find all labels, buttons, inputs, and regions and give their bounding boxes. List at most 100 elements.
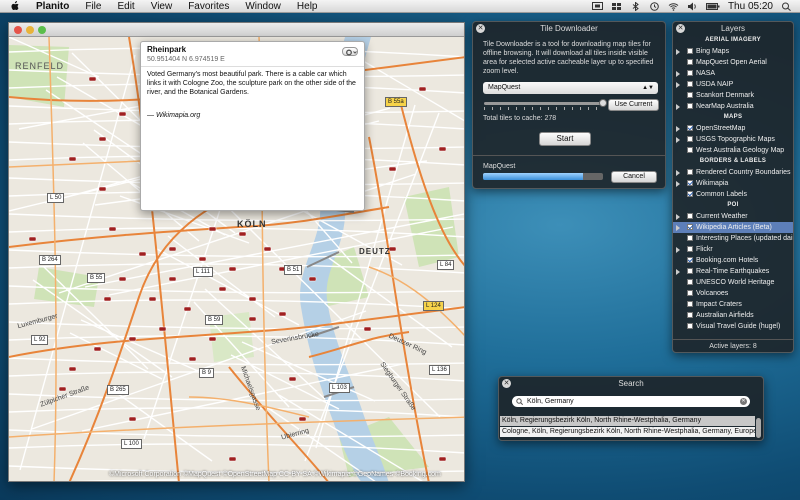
layer-row[interactable]: West Australia Geology Map bbox=[673, 145, 793, 156]
screen-share-icon[interactable] bbox=[591, 1, 603, 11]
layer-checkbox[interactable] bbox=[687, 301, 693, 307]
menu-window[interactable]: Window bbox=[237, 0, 289, 13]
layer-row[interactable]: NearMap Australia bbox=[673, 101, 793, 112]
layer-checkbox[interactable] bbox=[687, 191, 693, 197]
layer-checkbox[interactable] bbox=[687, 136, 693, 142]
hotel-marker-icon[interactable] bbox=[128, 416, 137, 422]
layer-row[interactable]: Booking.com Hotels bbox=[673, 255, 793, 266]
search-result[interactable]: Cologne, Köln, Regierungsbezirk Köln, No… bbox=[500, 427, 755, 437]
layer-checkbox[interactable] bbox=[687, 180, 693, 186]
hotel-marker-icon[interactable] bbox=[98, 136, 107, 142]
layer-checkbox[interactable] bbox=[687, 235, 693, 241]
time-machine-icon[interactable] bbox=[649, 1, 660, 11]
disclosure-triangle-icon[interactable] bbox=[676, 269, 680, 275]
menu-favorites[interactable]: Favorites bbox=[180, 0, 237, 13]
hotel-marker-icon[interactable] bbox=[438, 146, 447, 152]
layer-row[interactable]: NASA bbox=[673, 68, 793, 79]
hotel-marker-icon[interactable] bbox=[228, 266, 237, 272]
hotel-marker-icon[interactable] bbox=[208, 336, 217, 342]
close-icon[interactable]: ✕ bbox=[476, 24, 485, 33]
layer-checkbox[interactable] bbox=[687, 147, 693, 153]
spotlight-icon[interactable] bbox=[781, 2, 792, 11]
wifi-icon[interactable] bbox=[668, 2, 679, 11]
disclosure-triangle-icon[interactable] bbox=[676, 82, 680, 88]
layer-row[interactable]: Impact Craters bbox=[673, 299, 793, 310]
layer-row[interactable]: Interesting Places (updated daily) bbox=[673, 233, 793, 244]
minimize-window-button[interactable] bbox=[26, 26, 34, 34]
hotel-marker-icon[interactable] bbox=[118, 111, 127, 117]
hotel-marker-icon[interactable] bbox=[148, 296, 157, 302]
layer-checkbox[interactable] bbox=[687, 59, 693, 65]
hotel-marker-icon[interactable] bbox=[93, 346, 102, 352]
layer-checkbox[interactable] bbox=[687, 169, 693, 175]
layer-row[interactable]: USDA NAIP bbox=[673, 79, 793, 90]
disclosure-triangle-icon[interactable] bbox=[676, 104, 680, 110]
hotel-marker-icon[interactable] bbox=[278, 311, 287, 317]
slider-knob[interactable] bbox=[599, 99, 607, 107]
layer-select[interactable]: MapQuest ▲▼ bbox=[483, 82, 658, 94]
grid-icon[interactable] bbox=[611, 2, 622, 11]
zoom-level-slider[interactable] bbox=[484, 99, 607, 107]
results-scrollbar[interactable] bbox=[756, 418, 761, 438]
bluetooth-icon[interactable] bbox=[630, 1, 641, 11]
popup-source[interactable]: — Wikimapia.org bbox=[147, 112, 200, 119]
layer-row[interactable]: Rendered Country Boundaries bbox=[673, 167, 793, 178]
layer-row[interactable]: MapQuest Open Aerial bbox=[673, 57, 793, 68]
hotel-marker-icon[interactable] bbox=[118, 276, 127, 282]
layer-checkbox[interactable] bbox=[687, 81, 693, 87]
disclosure-triangle-icon[interactable] bbox=[676, 170, 680, 176]
hotel-marker-icon[interactable] bbox=[388, 166, 397, 172]
layer-row[interactable]: UNESCO World Heritage bbox=[673, 277, 793, 288]
use-current-button[interactable]: Use Current bbox=[608, 99, 659, 111]
layer-checkbox[interactable] bbox=[687, 70, 693, 76]
popup-gear-button[interactable] bbox=[342, 47, 358, 56]
layer-row[interactable]: Scankort Denmark bbox=[673, 90, 793, 101]
menu-help[interactable]: Help bbox=[289, 0, 326, 13]
hotel-marker-icon[interactable] bbox=[103, 296, 112, 302]
layer-row[interactable]: Flickr bbox=[673, 244, 793, 255]
zoom-window-button[interactable] bbox=[38, 26, 46, 34]
hotel-marker-icon[interactable] bbox=[363, 326, 372, 332]
layer-checkbox[interactable] bbox=[687, 268, 693, 274]
hotel-marker-icon[interactable] bbox=[98, 186, 107, 192]
hotel-marker-icon[interactable] bbox=[88, 76, 97, 82]
layer-row[interactable]: Real-Time Earthquakes bbox=[673, 266, 793, 277]
layer-checkbox[interactable] bbox=[687, 279, 693, 285]
hotel-marker-icon[interactable] bbox=[218, 286, 227, 292]
disclosure-triangle-icon[interactable] bbox=[676, 214, 680, 220]
hotel-marker-icon[interactable] bbox=[438, 456, 447, 462]
search-titlebar[interactable]: ✕ Search bbox=[499, 377, 763, 390]
close-window-button[interactable] bbox=[14, 26, 22, 34]
start-button[interactable]: Start bbox=[539, 132, 591, 146]
layer-checkbox[interactable] bbox=[687, 92, 693, 98]
disclosure-triangle-icon[interactable] bbox=[676, 225, 680, 231]
hotel-marker-icon[interactable] bbox=[68, 156, 77, 162]
hotel-marker-icon[interactable] bbox=[58, 386, 67, 392]
layer-checkbox[interactable] bbox=[687, 213, 693, 219]
search-result[interactable]: Köln, Regierungsbezirk Köln, North Rhine… bbox=[500, 416, 755, 426]
apple-icon[interactable] bbox=[10, 1, 20, 11]
disclosure-triangle-icon[interactable] bbox=[676, 71, 680, 77]
layer-row[interactable]: Volcanoes bbox=[673, 288, 793, 299]
clock[interactable]: Thu 05:20 bbox=[728, 1, 773, 12]
menu-file[interactable]: File bbox=[77, 0, 109, 13]
hotel-marker-icon[interactable] bbox=[183, 306, 192, 312]
search-input[interactable]: Köln, Germany ✕ bbox=[512, 396, 750, 407]
layer-row[interactable]: Bing Maps bbox=[673, 46, 793, 57]
hotel-marker-icon[interactable] bbox=[168, 246, 177, 252]
cancel-button[interactable]: Cancel bbox=[611, 171, 657, 183]
hotel-marker-icon[interactable] bbox=[198, 256, 207, 262]
hotel-marker-icon[interactable] bbox=[108, 226, 117, 232]
battery-icon[interactable] bbox=[705, 2, 720, 11]
hotel-marker-icon[interactable] bbox=[248, 316, 257, 322]
layer-row[interactable]: Current Weather bbox=[673, 211, 793, 222]
hotel-marker-icon[interactable] bbox=[138, 251, 147, 257]
layers-titlebar[interactable]: ✕ Layers bbox=[673, 22, 793, 35]
layer-row[interactable]: USGS Topographic Maps bbox=[673, 134, 793, 145]
hotel-marker-icon[interactable] bbox=[168, 276, 177, 282]
menu-edit[interactable]: Edit bbox=[109, 0, 142, 13]
hotel-marker-icon[interactable] bbox=[288, 376, 297, 382]
layer-checkbox[interactable] bbox=[687, 246, 693, 252]
hotel-marker-icon[interactable] bbox=[68, 366, 77, 372]
layer-row[interactable]: OpenStreetMap bbox=[673, 123, 793, 134]
